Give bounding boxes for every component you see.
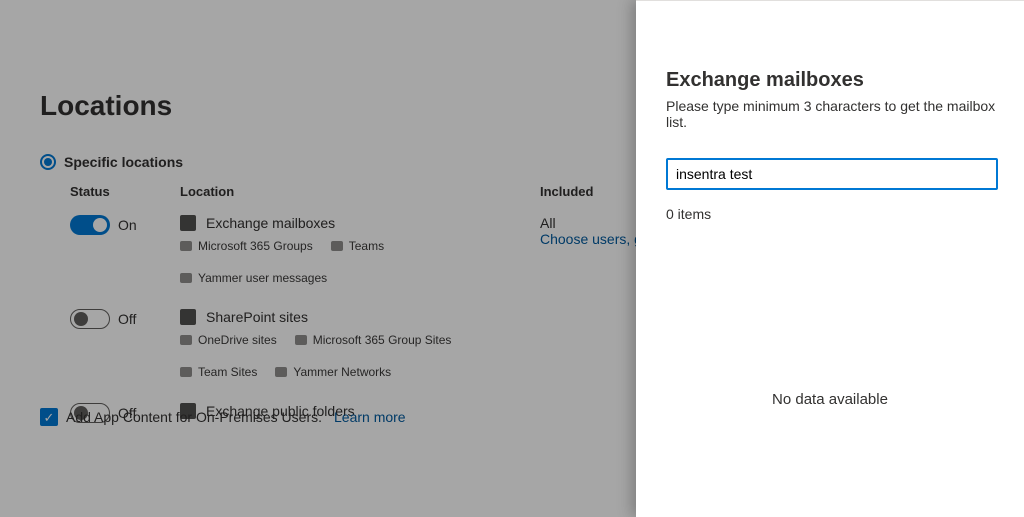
modal-backdrop[interactable]: [0, 0, 636, 517]
exchange-mailboxes-panel: Exchange mailboxes Please type minimum 3…: [636, 0, 1024, 517]
panel-title: Exchange mailboxes: [666, 69, 998, 92]
panel-subtitle: Please type minimum 3 characters to get …: [666, 98, 998, 130]
items-count: 0 items: [666, 206, 998, 222]
mailbox-search-input[interactable]: [666, 158, 998, 190]
no-data-message: No data available: [636, 391, 1024, 408]
app-root: Locations Specific locations Status Loca…: [0, 0, 1024, 517]
